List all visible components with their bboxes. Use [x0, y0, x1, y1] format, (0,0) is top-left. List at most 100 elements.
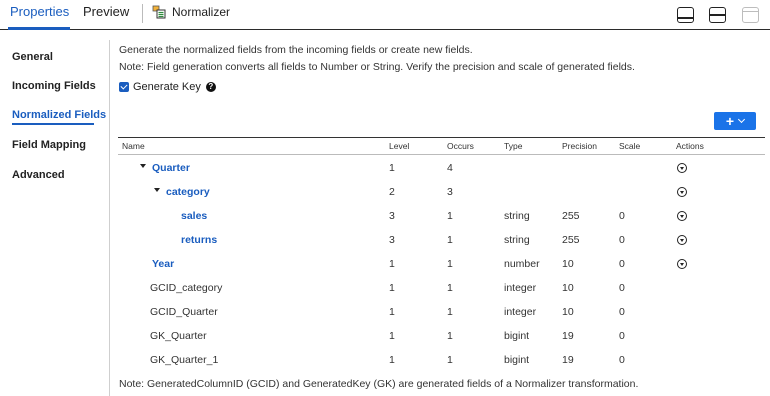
field-name[interactable]: Quarter [152, 162, 190, 174]
field-level: 1 [389, 258, 395, 270]
table-row[interactable]: GK_Quarter_1 1 1 bigint 19 0 [118, 347, 765, 371]
row-actions-menu-icon[interactable] [677, 211, 687, 221]
field-type: integer [504, 306, 537, 318]
table-row[interactable]: GK_Quarter 1 1 bigint 19 0 [118, 323, 765, 347]
row-actions-menu-icon[interactable] [677, 259, 687, 269]
field-occurs: 1 [447, 330, 453, 342]
help-icon[interactable]: ? [205, 82, 216, 92]
row-actions-menu-icon[interactable] [677, 163, 687, 173]
field-level: 3 [389, 234, 395, 246]
generation-note: Note: Field generation converts all fiel… [119, 61, 635, 73]
nav-active-indicator [12, 123, 94, 125]
field-type: bigint [504, 330, 530, 342]
field-name[interactable]: returns [181, 234, 217, 246]
column-header-level[interactable]: Level [389, 141, 409, 151]
field-type: string [504, 234, 530, 246]
field-precision: 255 [562, 210, 580, 222]
field-precision: 10 [562, 282, 574, 294]
column-header-occurs[interactable]: Occurs [447, 141, 474, 151]
field-scale: 0 [619, 210, 625, 222]
field-name: GK_Quarter [150, 330, 207, 342]
field-occurs: 1 [447, 282, 453, 294]
column-header-scale[interactable]: Scale [619, 141, 640, 151]
field-level: 2 [389, 186, 395, 198]
field-precision: 19 [562, 330, 574, 342]
field-precision: 19 [562, 354, 574, 366]
field-name: GCID_category [150, 282, 223, 294]
row-actions-menu-icon[interactable] [677, 187, 687, 197]
field-level: 1 [389, 354, 395, 366]
field-name[interactable]: Year [152, 258, 174, 270]
field-occurs: 3 [447, 186, 453, 198]
field-precision: 255 [562, 234, 580, 246]
expand-caret-icon[interactable] [140, 164, 146, 168]
chevron-down-icon [738, 115, 746, 124]
table-row[interactable]: GCID_Quarter 1 1 integer 10 0 [118, 299, 765, 323]
field-precision: 10 [562, 306, 574, 318]
field-type: bigint [504, 354, 530, 366]
field-occurs: 1 [447, 258, 453, 270]
field-name[interactable]: category [166, 186, 210, 198]
normalizer-icon [152, 5, 166, 19]
column-header-actions: Actions [676, 141, 704, 151]
table-row[interactable]: sales 3 1 string 255 0 [118, 203, 765, 227]
table-row[interactable]: returns 3 1 string 255 0 [118, 227, 765, 251]
nav-item-field-mapping[interactable]: Field Mapping [12, 139, 86, 151]
table-row[interactable]: GCID_category 1 1 integer 10 0 [118, 275, 765, 299]
field-type: number [504, 258, 540, 270]
description-text: Generate the normalized fields from the … [119, 44, 473, 56]
transformation-name: Normalizer [172, 5, 231, 19]
table-top-border [118, 137, 765, 138]
column-header-name[interactable]: Name [122, 141, 145, 151]
field-type: string [504, 210, 530, 222]
field-level: 1 [389, 162, 395, 174]
field-scale: 0 [619, 306, 625, 318]
field-scale: 0 [619, 258, 625, 270]
field-occurs: 4 [447, 162, 453, 174]
field-occurs: 1 [447, 306, 453, 318]
nav-item-normalized-fields[interactable]: Normalized Fields [12, 109, 106, 121]
field-occurs: 1 [447, 234, 453, 246]
plus-icon: + [725, 113, 735, 129]
nav-item-advanced[interactable]: Advanced [12, 169, 65, 181]
generate-key-checkbox[interactable] [119, 82, 129, 92]
generate-key-label: Generate Key [133, 81, 201, 93]
row-actions-menu-icon[interactable] [677, 235, 687, 245]
tab-separator [142, 4, 143, 23]
field-scale: 0 [619, 330, 625, 342]
field-occurs: 1 [447, 354, 453, 366]
field-level: 1 [389, 306, 395, 318]
table-row[interactable]: category 2 3 [118, 179, 765, 203]
expand-caret-icon[interactable] [154, 188, 160, 192]
layout-bottom-panel-icon[interactable] [677, 7, 694, 23]
column-header-type[interactable]: Type [504, 141, 522, 151]
field-level: 1 [389, 282, 395, 294]
table-row[interactable]: Year 1 1 number 10 0 [118, 251, 765, 275]
nav-item-incoming-fields[interactable]: Incoming Fields [12, 80, 96, 92]
add-field-button[interactable]: + [714, 112, 756, 130]
field-scale: 0 [619, 282, 625, 294]
generate-key-option: Generate Key ? [119, 81, 216, 93]
field-occurs: 1 [447, 210, 453, 222]
nav-item-general[interactable]: General [12, 51, 53, 63]
tab-preview[interactable]: Preview [83, 4, 129, 20]
field-type: integer [504, 282, 537, 294]
layout-split-icon[interactable] [709, 7, 726, 23]
field-name: GCID_Quarter [150, 306, 218, 318]
field-name: GK_Quarter_1 [150, 354, 219, 366]
tab-properties[interactable]: Properties [10, 4, 69, 20]
field-level: 1 [389, 330, 395, 342]
layout-top-panel-icon [742, 7, 759, 23]
top-tab-bar: Properties Preview Normalizer [0, 0, 770, 30]
field-precision: 10 [562, 258, 574, 270]
table-row[interactable]: Quarter 1 4 [118, 155, 765, 179]
field-name[interactable]: sales [181, 210, 207, 222]
transformation-title: Normalizer [152, 3, 230, 21]
generated-fields-footnote: Note: GeneratedColumnID (GCID) and Gener… [119, 378, 639, 390]
field-level: 3 [389, 210, 395, 222]
column-header-precision[interactable]: Precision [562, 141, 597, 151]
nav-divider [109, 40, 110, 396]
active-tab-indicator [8, 27, 70, 30]
field-scale: 0 [619, 354, 625, 366]
field-scale: 0 [619, 234, 625, 246]
